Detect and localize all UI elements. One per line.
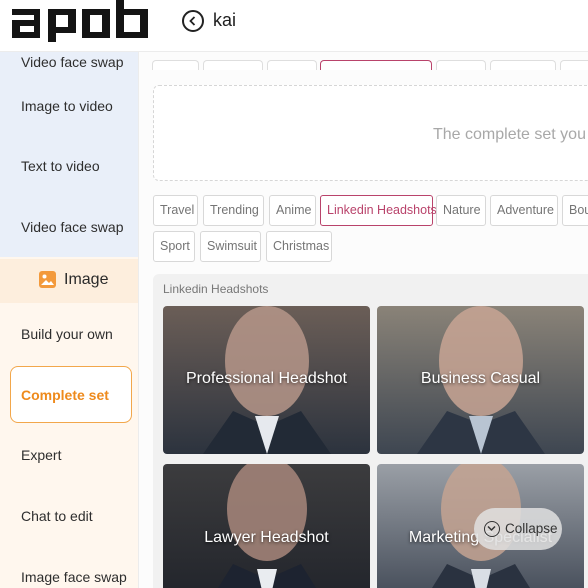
tag-trending[interactable]: Trending	[203, 195, 264, 226]
card-label: Professional Headshot	[186, 370, 347, 387]
sidebar-item-text-to-video[interactable]: Text to video	[21, 158, 100, 174]
top-header: kai	[0, 0, 588, 52]
sidebar-item-chat-to-edit[interactable]: Chat to edit	[21, 508, 93, 524]
tab-stub[interactable]	[490, 60, 556, 70]
breadcrumb: kai	[213, 10, 237, 30]
card-label: Lawyer Headshot	[204, 529, 329, 546]
tag-anime[interactable]: Anime	[269, 195, 316, 226]
card-image	[163, 464, 370, 588]
tab-stub-active[interactable]	[320, 60, 432, 70]
tab-stub[interactable]	[203, 60, 263, 70]
tab-stub[interactable]	[436, 60, 486, 70]
back-icon[interactable]	[182, 10, 204, 32]
card-label: Business Casual	[420, 370, 541, 387]
sidebar-item-video-face-swap-top[interactable]: Video face swap	[21, 54, 123, 70]
image-icon	[39, 271, 56, 288]
image-section-label: Image	[64, 271, 109, 288]
tab-stub[interactable]	[152, 60, 199, 70]
tag-sport[interactable]: Sport	[153, 231, 195, 262]
tab-stub[interactable]	[267, 60, 317, 70]
apob-logo[interactable]	[10, 0, 152, 44]
sidebar-item-video-face-swap[interactable]: Video face swap	[21, 219, 123, 235]
tag-linkedin-headshots[interactable]: Linkedin Headshots	[320, 195, 437, 226]
tag-bou[interactable]: Bou	[562, 195, 588, 226]
collapse-button[interactable]: Collapse	[474, 508, 562, 550]
sidebar-item-complete-set[interactable]: Complete set	[10, 366, 132, 423]
dropzone-text: The complete set you se	[433, 126, 588, 143]
template-card-professional-headshot[interactable]: Professional Headshot	[163, 306, 370, 454]
sidebar-item-build-your-own[interactable]: Build your own	[21, 326, 113, 342]
sidebar: Video face swap Image to video Text to v…	[0, 52, 139, 588]
tag-travel[interactable]: Travel	[153, 195, 198, 226]
tag-adventure[interactable]: Adventure	[490, 195, 558, 226]
panel-title: Linkedin Headshots	[163, 282, 269, 296]
collapse-label: Collapse	[505, 521, 558, 536]
template-card-business-casual[interactable]: Business Casual	[377, 306, 584, 454]
sidebar-item-image-to-video[interactable]: Image to video	[21, 98, 113, 114]
image-section-header: Image	[0, 259, 138, 303]
sidebar-item-image-face-swap[interactable]: Image face swap	[21, 569, 127, 585]
sidebar-item-label: Complete set	[21, 387, 109, 403]
sidebar-item-expert[interactable]: Expert	[21, 447, 61, 463]
template-card-lawyer-headshot[interactable]: Lawyer Headshot	[163, 464, 370, 588]
tag-christmas[interactable]: Christmas	[266, 231, 332, 262]
tag-swimsuit[interactable]: Swimsuit	[200, 231, 261, 262]
tag-nature[interactable]: Nature	[436, 195, 486, 226]
chevron-down-icon	[484, 521, 500, 537]
upload-dropzone[interactable]: The complete set you se	[153, 85, 588, 181]
tab-stub[interactable]	[560, 60, 588, 70]
